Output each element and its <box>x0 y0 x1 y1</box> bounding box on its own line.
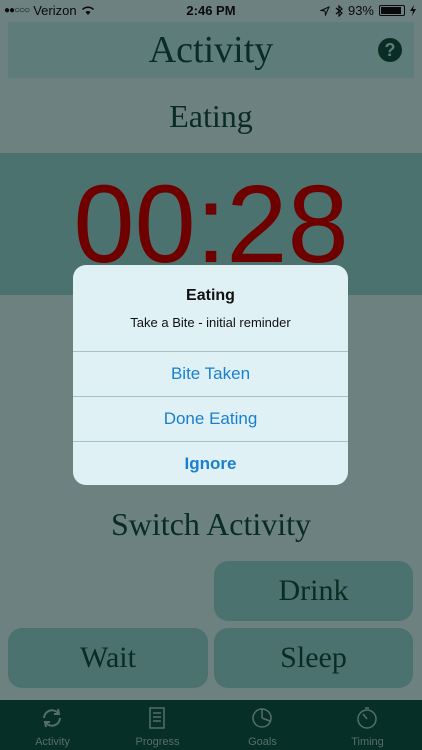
done-eating-button[interactable]: Done Eating <box>73 396 348 441</box>
ignore-button[interactable]: Ignore <box>73 441 348 485</box>
alert-title: Eating <box>186 287 235 304</box>
alert-dialog: Eating Take a Bite - initial reminder Bi… <box>73 265 348 485</box>
bite-taken-button[interactable]: Bite Taken <box>73 351 348 396</box>
alert-message: Take a Bite - initial reminder <box>130 315 291 330</box>
